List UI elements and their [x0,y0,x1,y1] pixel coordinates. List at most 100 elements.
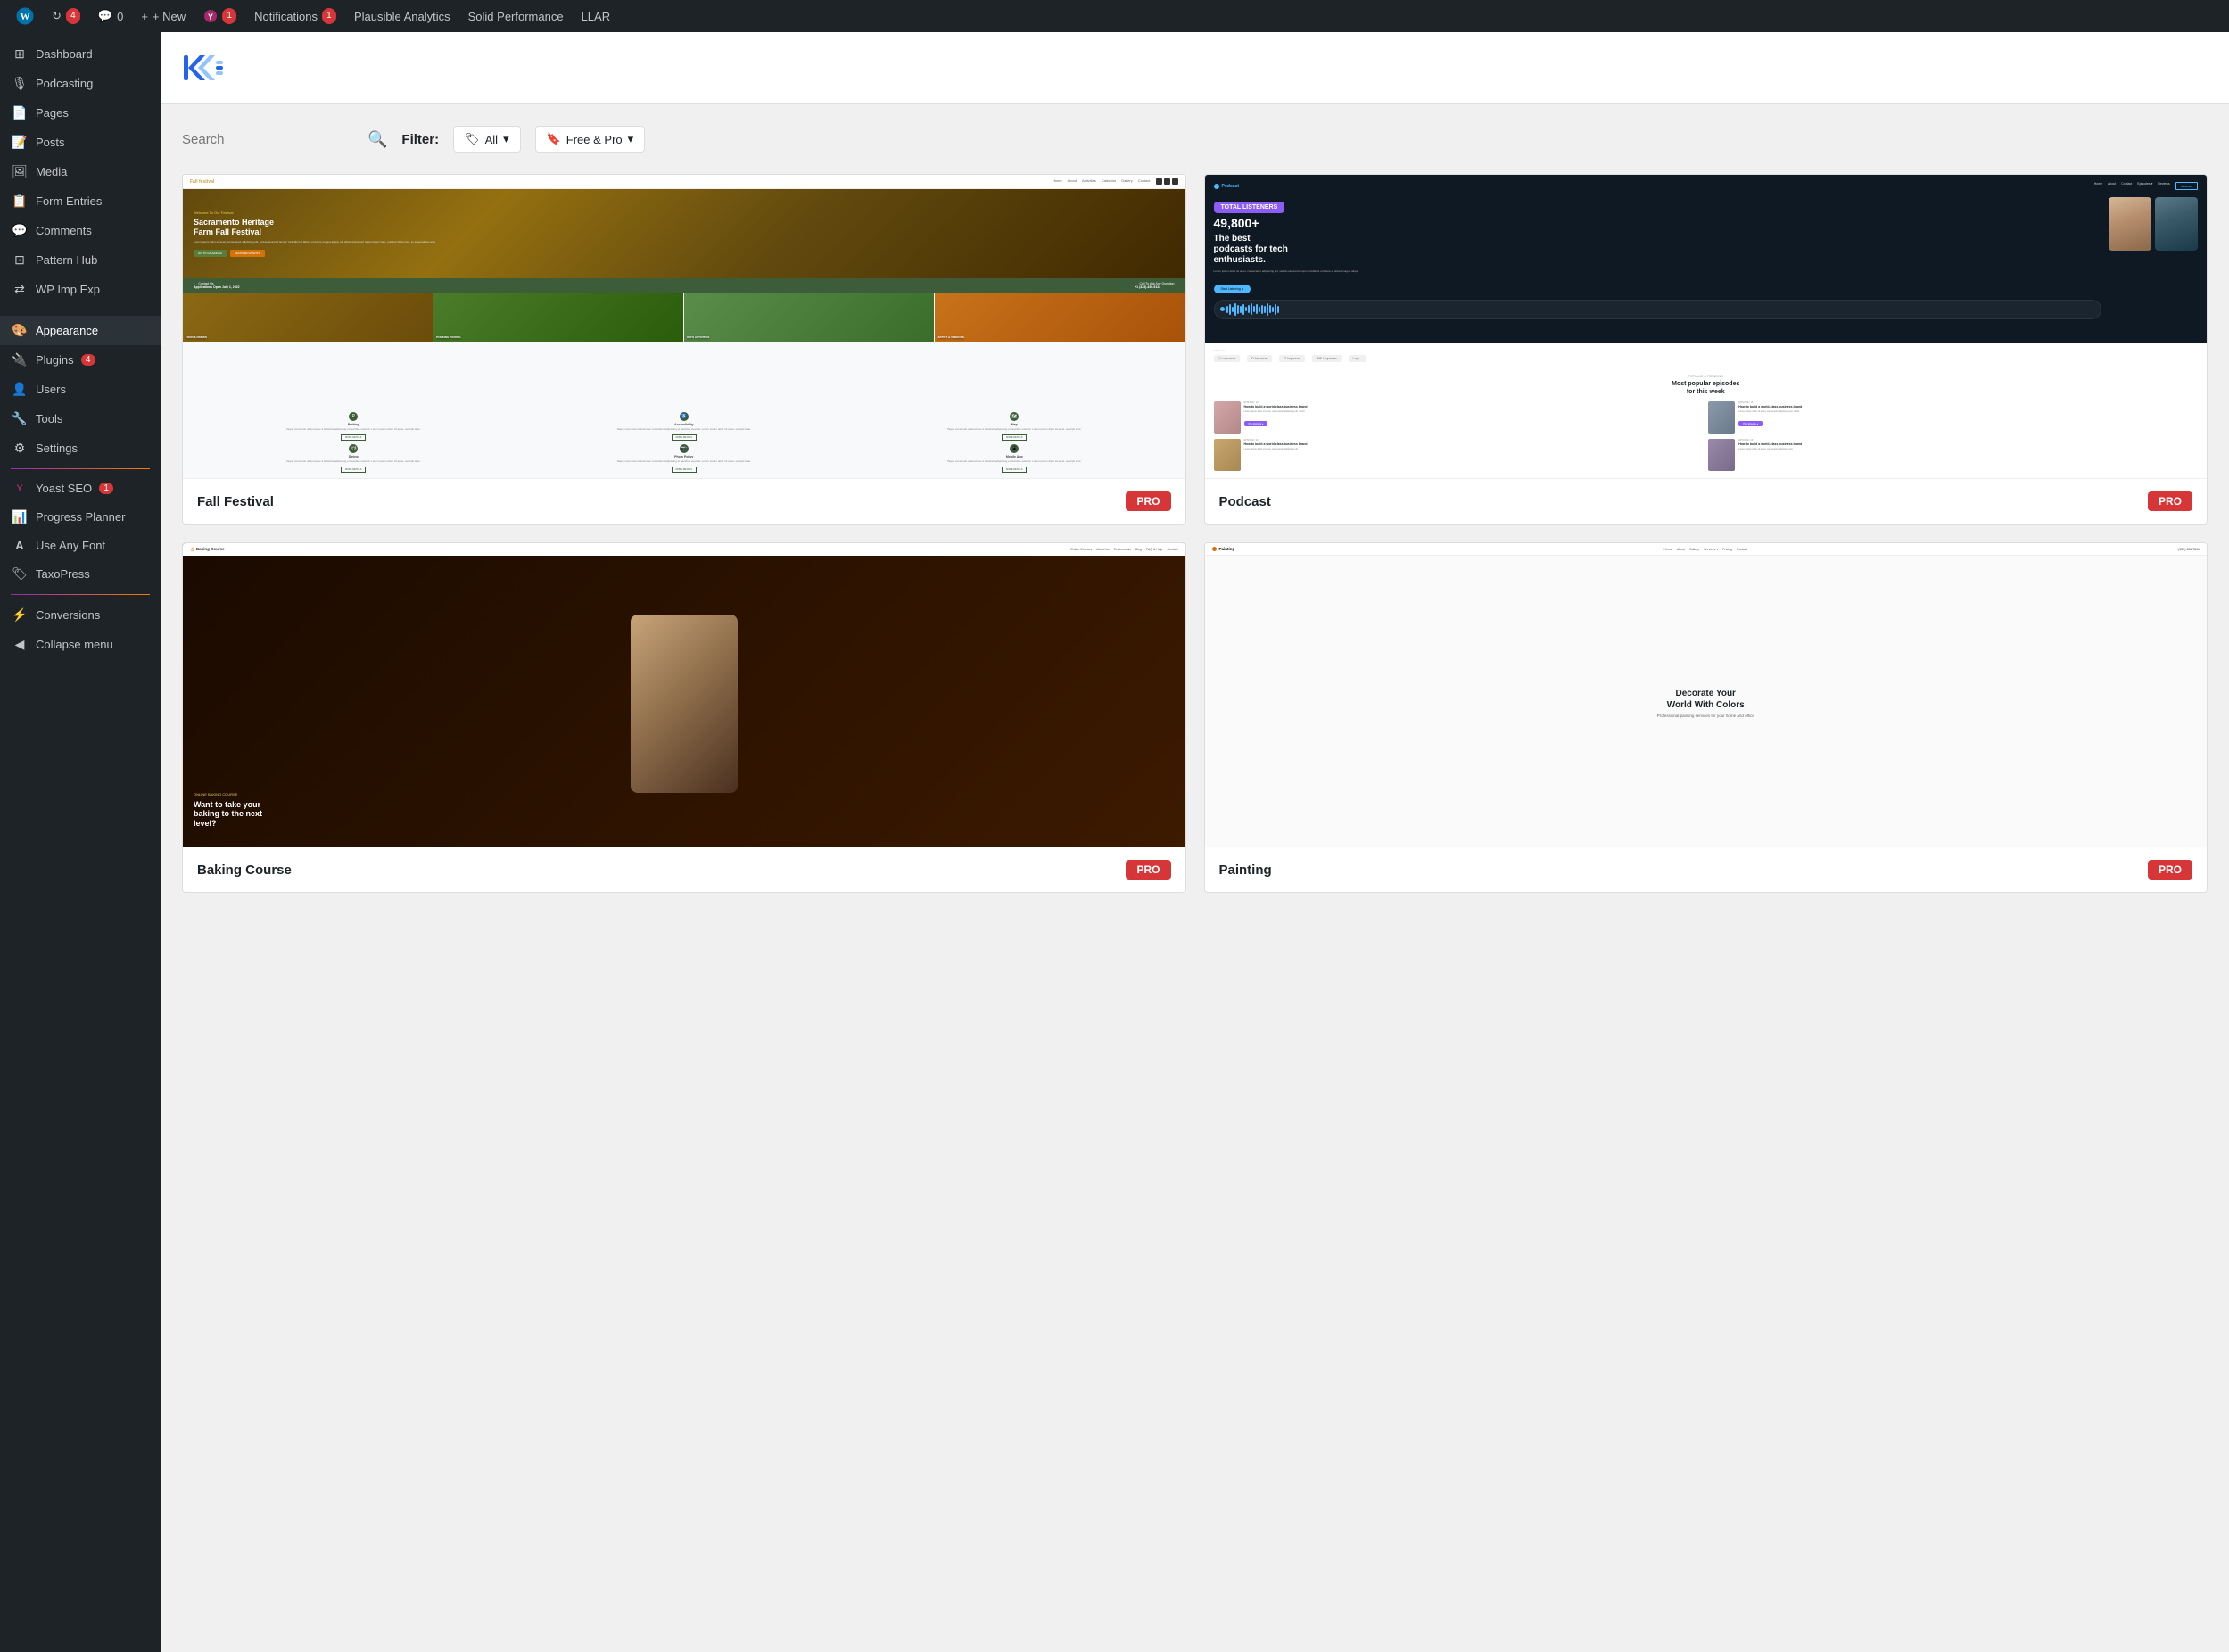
baking-preview: 🎂 Baking Course Online CoursesAbout UsTe… [183,543,1185,847]
sidebar-label-pattern-hub: Pattern Hub [36,253,97,267]
media-icon: 🖼 [11,164,29,179]
sidebar-label-tools: Tools [36,412,62,425]
wp-logo[interactable]: W [7,0,43,32]
theme-card-baking-course: 🎂 Baking Course Online CoursesAbout UsTe… [182,542,1186,893]
sidebar-item-posts[interactable]: 📝 Posts [0,128,161,157]
main-content: 🔍 Filter: 🏷 All ▾ 🔖 Free & Pro ▾ [161,32,2229,1652]
conversions-icon: ⚡ [11,607,29,623]
llar-label: LLAR [582,10,611,23]
theme-card-fall-festival: Fall festival HomeAboutActivitiesCalenda… [182,174,1186,525]
admin-bar: W ↻ 4 💬 0 + + New Y 1 Notifications 1 Pl… [0,0,2229,32]
painting-pro-badge: PRO [2148,860,2192,880]
filter-free-pro-button[interactable]: 🔖 Free & Pro ▾ [535,126,646,153]
solid-label: Solid Performance [468,10,564,23]
sidebar-label-wp-imp-exp: WP Imp Exp [36,283,100,296]
sidebar-label-podcasting: Podcasting [36,77,93,90]
sidebar-item-podcasting[interactable]: 🎙 Podcasting [0,69,161,98]
wp-imp-exp-icon: ⇄ [11,282,29,297]
llar-item[interactable]: LLAR [573,0,620,32]
fall-festival-name: Fall Festival [197,494,274,509]
yoast-seo-badge: 1 [99,483,113,494]
sidebar-label-taxopress: TaxoPress [36,567,90,581]
sidebar-label-posts: Posts [36,136,65,149]
dashboard-icon: ⊞ [11,46,29,62]
sidebar-item-yoast-seo[interactable]: Y Yoast SEO 1 [0,475,161,502]
sidebar-label-users: Users [36,383,66,396]
notifications-badge: 1 [322,8,336,24]
form-entries-icon: 📋 [11,194,29,209]
pattern-hub-icon: ⊡ [11,252,29,268]
filter-label: Filter: [401,132,439,147]
sidebar-item-pattern-hub[interactable]: ⊡ Pattern Hub [0,245,161,275]
all-label: All [485,133,498,146]
sidebar-item-taxopress[interactable]: 🏷 TaxoPress [0,559,161,589]
collapse-menu-item[interactable]: ◀ Collapse menu [0,630,161,659]
sidebar-item-progress-planner[interactable]: 📊 Progress Planner [0,502,161,532]
sidebar-label-use-any-font: Use Any Font [36,539,105,552]
appearance-icon: 🎨 [11,323,29,338]
updates-icon[interactable]: ↻ 4 [43,0,89,32]
sidebar-item-form-entries[interactable]: 📋 Form Entries [0,186,161,216]
taxopress-icon: 🏷 [11,566,29,582]
svg-text:W: W [21,12,30,22]
solid-performance-item[interactable]: Solid Performance [459,0,573,32]
sidebar-label-appearance: Appearance [36,324,98,337]
yoast-item[interactable]: Y 1 [194,0,245,32]
sidebar-item-use-any-font[interactable]: A Use Any Font [0,532,161,559]
new-item[interactable]: + + New [132,0,194,32]
painting-preview: Painting HomeAboutGalleryServices ▾Prici… [1205,543,2208,847]
podcast-pro-badge: PRO [2148,491,2192,511]
collapse-icon: ◀ [11,637,29,652]
sidebar-item-pages[interactable]: 📄 Pages [0,98,161,128]
sidebar-label-comments: Comments [36,224,92,237]
podcast-preview: Podcast HomeAboutContactEpisodes ▾Review… [1205,175,2208,478]
sidebar-item-wp-imp-exp[interactable]: ⇄ WP Imp Exp [0,275,161,304]
fall-festival-pro-badge: PRO [1126,491,1170,511]
notifications-label: Notifications [254,10,318,23]
fall-festival-preview: Fall festival HomeAboutActivitiesCalenda… [183,175,1185,478]
sidebar-item-plugins[interactable]: 🔌 Plugins 4 [0,345,161,375]
sidebar-label-progress-planner: Progress Planner [36,510,125,524]
new-label: + New [153,10,186,23]
free-pro-label: Free & Pro [566,133,623,146]
sidebar-item-tools[interactable]: 🔧 Tools [0,404,161,434]
sidebar-item-comments[interactable]: 💬 Comments [0,216,161,245]
posts-icon: 📝 [11,135,29,150]
sidebar-label-form-entries: Form Entries [36,194,102,208]
sidebar-label-dashboard: Dashboard [36,47,93,61]
theme-card-painting: Painting HomeAboutGalleryServices ▾Prici… [1204,542,2208,893]
theme-card-podcast: Podcast HomeAboutContactEpisodes ▾Review… [1204,174,2208,525]
sidebar-label-pages: Pages [36,106,69,120]
sidebar-item-conversions[interactable]: ⚡ Conversions [0,600,161,630]
podcast-footer: Podcast PRO [1205,478,2208,524]
comments-item[interactable]: 💬 0 [89,0,132,32]
comments-icon: 💬 [11,223,29,238]
sidebar-item-dashboard[interactable]: ⊞ Dashboard [0,39,161,69]
pages-icon: 📄 [11,105,29,120]
search-button[interactable]: 🔍 [367,130,387,149]
yoast-badge: 1 [222,8,236,24]
sidebar: ⊞ Dashboard 🎙 Podcasting 📄 Pages 📝 Posts… [0,32,161,1652]
baking-course-pro-badge: PRO [1126,860,1170,880]
sidebar-item-users[interactable]: 👤 Users [0,375,161,404]
sidebar-label-plugins: Plugins [36,353,74,367]
filter-bar: 🔍 Filter: 🏷 All ▾ 🔖 Free & Pro ▾ [182,126,2208,153]
sidebar-label-yoast-seo: Yoast SEO [36,482,92,495]
sidebar-item-media[interactable]: 🖼 Media [0,157,161,186]
notifications-item[interactable]: Notifications 1 [245,0,345,32]
plausible-item[interactable]: Plausible Analytics [345,0,459,32]
chevron-down-icon: ▾ [503,132,509,146]
plugins-icon: 🔌 [11,352,29,368]
fall-festival-footer: Fall Festival PRO [183,478,1185,524]
plugins-badge: 4 [81,354,95,366]
podcast-name: Podcast [1219,494,1271,509]
plausible-label: Plausible Analytics [354,10,450,23]
collapse-label: Collapse menu [36,638,113,651]
search-input[interactable] [182,132,360,147]
comment-count: 0 [117,10,123,23]
filter-all-button[interactable]: 🏷 All ▾ [453,126,521,153]
yoast-seo-icon: Y [11,483,29,494]
sidebar-item-settings[interactable]: ⚙ Settings [0,434,161,463]
sidebar-item-appearance[interactable]: 🎨 Appearance [0,316,161,345]
podcasting-icon: 🎙 [11,76,29,91]
